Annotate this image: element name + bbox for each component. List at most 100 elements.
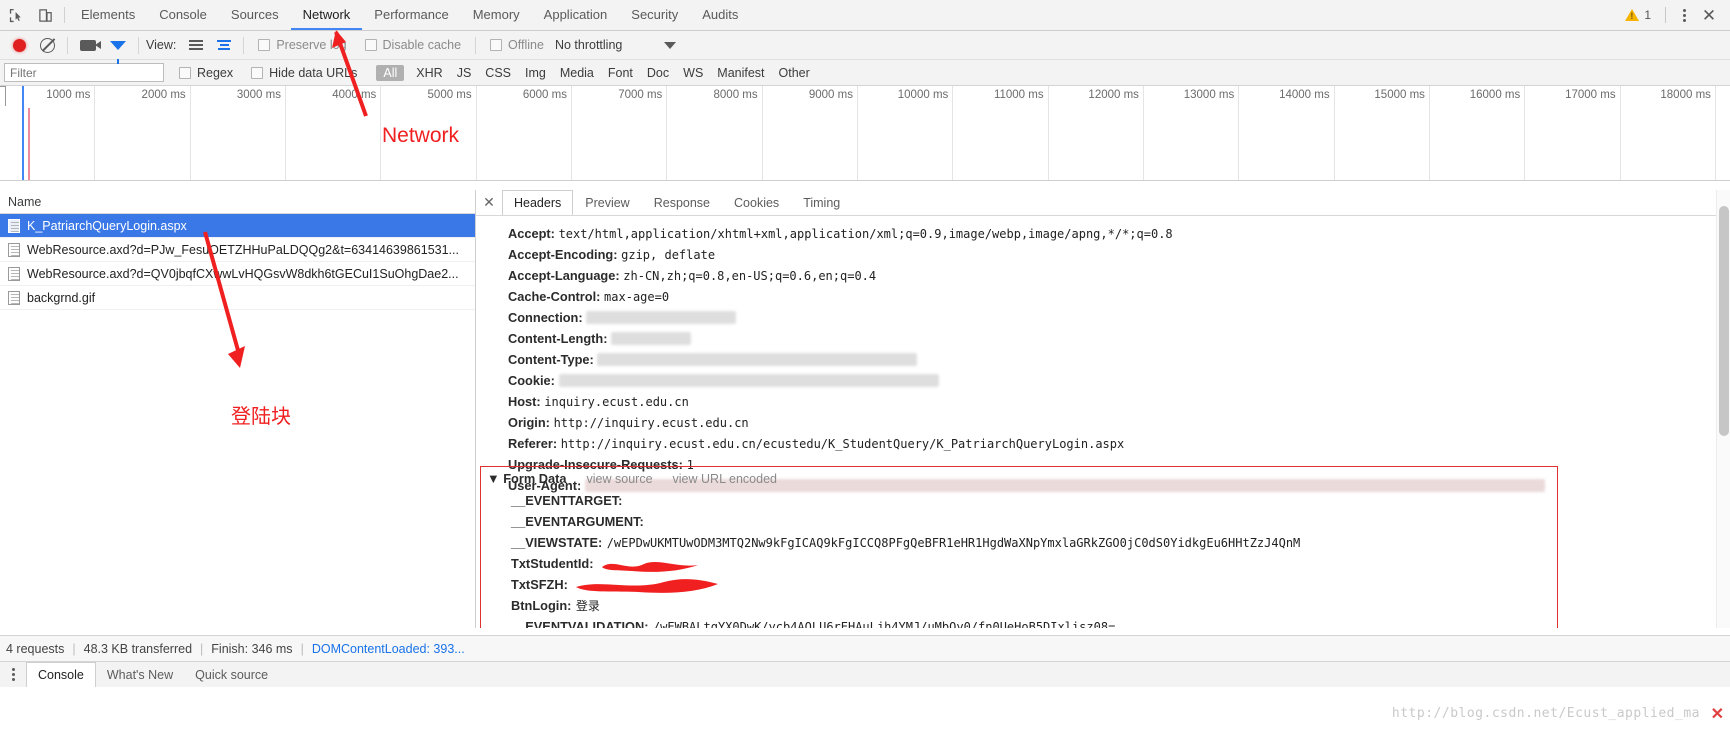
tab-security[interactable]: Security [619,0,690,30]
overview-tick-cell: 2000 ms [95,86,191,180]
tab-memory[interactable]: Memory [461,0,532,30]
tab-response[interactable]: Response [642,190,722,215]
detail-tab-label: Preview [585,196,630,210]
clear-button[interactable] [33,31,62,60]
overview-tick-label: 10000 ms [897,89,949,101]
request-name: K_PatriarchQueryLogin.aspx [27,218,187,233]
disable-cache-label: Disable cache [382,38,462,52]
warning-count-badge[interactable]: 1 [1619,8,1657,22]
drawer-tab-console[interactable]: Console [26,662,96,687]
tab-preview[interactable]: Preview [573,190,641,215]
tab-elements[interactable]: Elements [69,0,147,30]
view-source-link[interactable]: view source [587,472,653,486]
tab-audits[interactable]: Audits [690,0,750,30]
device-toolbar-icon[interactable] [30,0,60,30]
request-list-header[interactable]: Name [0,190,475,214]
tab-cookies[interactable]: Cookies [722,190,791,215]
header-row: Cookie: [484,370,1730,391]
checkbox-box [251,66,264,79]
type-filter-img[interactable]: Img [519,66,552,80]
table-row[interactable]: K_PatriarchQueryLogin.aspx [0,214,475,238]
type-filter-all[interactable]: All [376,64,405,81]
overview-tick-cell: 9000 ms [763,86,858,180]
header-key: Cookie: [508,373,555,388]
devtools-window: Elements Console Sources Network Perform… [0,0,1730,733]
form-data-header[interactable]: ▼ Form Data view source view URL encoded [481,467,1557,490]
kebab-menu-icon[interactable] [1674,8,1694,22]
header-row: Host: inquiry.ecust.edu.cn [484,391,1730,412]
tab-sources[interactable]: Sources [219,0,291,30]
watermark-close-icon[interactable]: ✕ [1711,704,1724,724]
close-detail-icon[interactable]: ✕ [476,190,502,215]
form-data-row: TxtStudentId: [481,553,1557,574]
overview-tick-label: 1000 ms [46,89,91,101]
network-overview-timeline[interactable]: 1000 ms 2000 ms 3000 ms 4000 ms 5000 ms 6000 … [0,86,1730,181]
header-row: Accept: text/html,application/xhtml+xml,… [484,223,1730,244]
drawer-tab-whats-new[interactable]: What's New [96,662,184,687]
record-button[interactable] [6,31,33,60]
drawer-tab-label: Quick source [195,667,269,682]
type-filter-font[interactable]: Font [602,66,639,80]
request-list-pane: Name K_PatriarchQueryLogin.aspx WebResour… [0,190,476,628]
type-filter-css[interactable]: CSS [479,66,517,80]
table-row[interactable]: WebResource.axd?d=QV0jbqfCXwwLvHQGsvW8dk… [0,262,475,286]
type-filter-other[interactable]: Other [773,66,816,80]
close-icon[interactable]: ✕ [1696,7,1722,24]
disable-cache-checkbox[interactable]: Disable cache [356,38,471,52]
overview-tick-label: 14000 ms [1279,89,1330,101]
type-filter-doc[interactable]: Doc [641,66,675,80]
offline-checkbox[interactable]: Offline [481,38,553,52]
tab-timing[interactable]: Timing [791,190,852,215]
inspect-element-icon[interactable] [0,0,30,30]
type-filter-media[interactable]: Media [554,66,600,80]
toolbar-divider [138,36,139,54]
tab-performance[interactable]: Performance [362,0,460,30]
form-data-value: /wEWBALtgYX0DwK/ycb4AQLU6rEHAuLjh4YMJ/uM… [652,620,1116,628]
header-key: Content-Type: [508,352,594,367]
chevron-down-icon[interactable] [664,41,677,49]
scribbled-redaction [576,579,719,593]
view-url-encoded-link[interactable]: view URL encoded [673,472,777,486]
scrollbar-thumb[interactable] [1719,206,1729,436]
type-filter-ws[interactable]: WS [677,66,709,80]
header-key: Origin: [508,415,550,430]
type-filter-xhr[interactable]: XHR [410,66,448,80]
type-filter-js[interactable]: JS [451,66,478,80]
filter-toggle-button[interactable] [103,31,133,64]
form-data-value: /wEPDwUKMTUwODM3MTQ2Nw9kFgICAQ9kFgICCQ8P… [606,536,1301,550]
drawer-kebab-menu-icon[interactable] [0,662,26,687]
toolbar-divider [475,36,477,54]
network-filter-bar: Regex Hide data URLs All XHR JS CSS Img … [0,60,1730,86]
toolbar-divider [67,36,68,54]
capture-screenshots-button[interactable] [73,31,103,60]
view-waterfall-button[interactable] [210,31,238,60]
tabbar-divider [64,7,65,23]
tab-network[interactable]: Network [290,0,363,30]
drawer-tab-quick-source[interactable]: Quick source [184,662,279,687]
header-value: zh-CN,zh;q=0.8,en-US;q=0.6,en;q=0.4 [623,269,877,283]
tab-label: Network [302,6,351,22]
detail-tab-label: Timing [803,196,841,210]
overview-tick-label: 9000 ms [808,89,853,101]
hide-data-urls-checkbox[interactable]: Hide data URLs [242,66,366,80]
regex-checkbox[interactable]: Regex [170,66,242,80]
header-key: Host: [508,394,541,409]
throttling-value[interactable]: No throttling [553,38,622,52]
filter-input[interactable] [4,63,164,82]
view-list-button[interactable] [182,31,210,60]
detail-vertical-scrollbar[interactable] [1716,190,1730,628]
overview-dcl-marker [22,86,24,180]
tab-application[interactable]: Application [532,0,620,30]
tab-console[interactable]: Console [147,0,219,30]
header-row: Connection: [484,307,1730,328]
tab-headers[interactable]: Headers [502,190,574,215]
table-row[interactable]: WebResource.axd?d=PJw_FesuOETZHHuPaLDQQg… [0,238,475,262]
table-row[interactable]: backgrnd.gif [0,286,475,310]
type-filter-manifest[interactable]: Manifest [711,66,770,80]
overview-tick-cell: 16000 ms [1430,86,1526,180]
form-data-key: TxtSFZH: [511,577,568,592]
overview-tick-label: 18000 ms [1660,89,1711,101]
preserve-log-checkbox[interactable]: Preserve log [249,38,355,52]
header-row: Content-Type: [484,349,1730,370]
form-data-row: TxtSFZH: [481,574,1557,595]
